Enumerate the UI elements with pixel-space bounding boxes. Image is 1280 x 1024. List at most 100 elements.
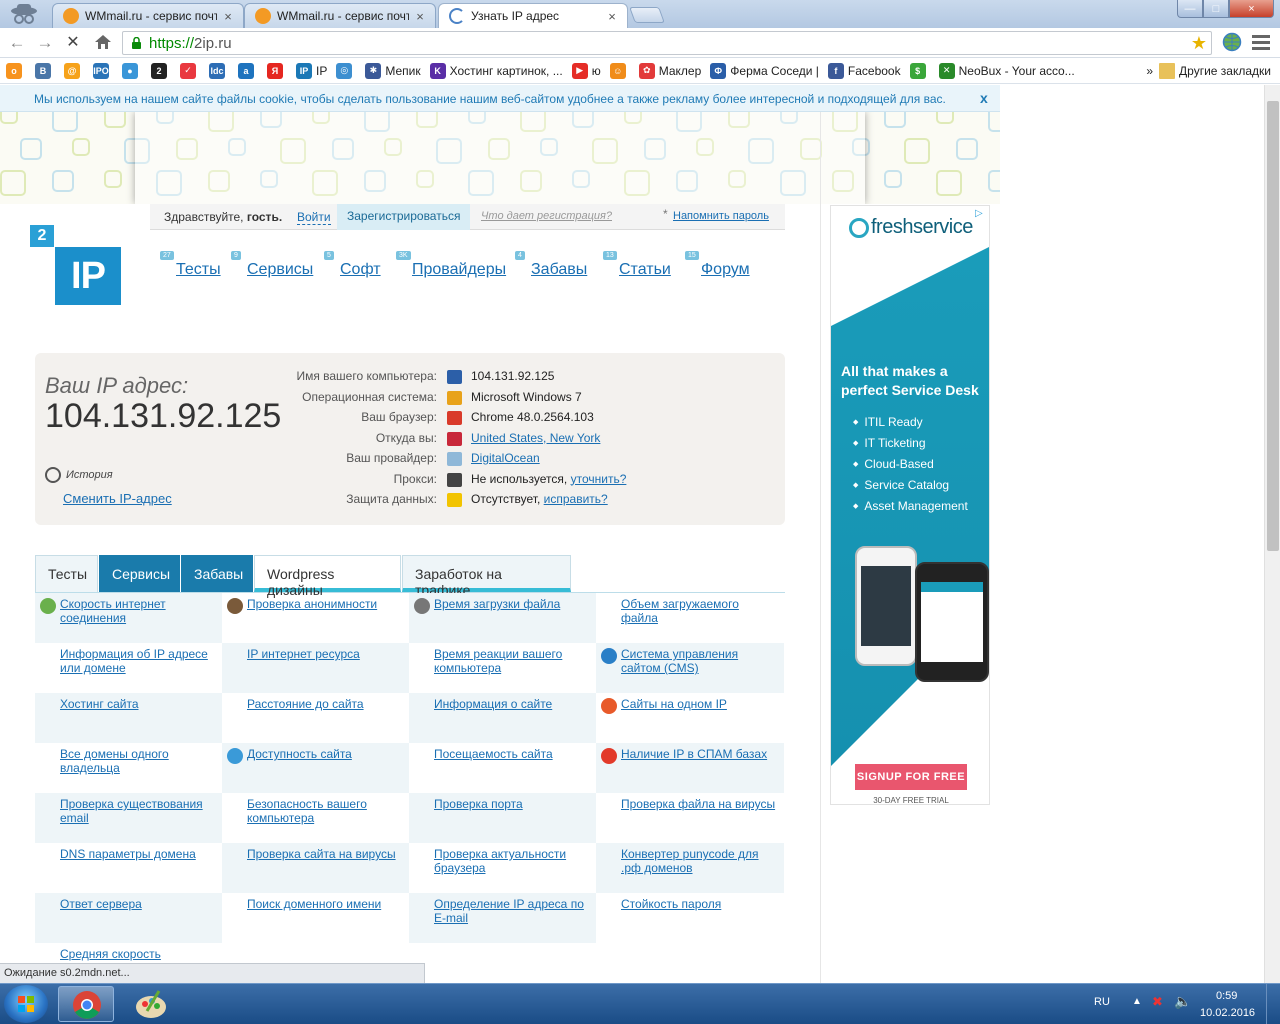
service-link[interactable]: Проверка анонимности (247, 597, 377, 611)
show-desktop-button[interactable] (1266, 984, 1280, 1024)
bookmark-item[interactable]: ✓ (180, 62, 200, 79)
why-register-link[interactable]: Что дает регистрация? (481, 210, 612, 222)
bookmark-star-icon[interactable]: ★ (1191, 33, 1207, 54)
service-link[interactable]: Определение IP адреса по E-mail (434, 897, 584, 925)
bookmark-item[interactable]: о (6, 62, 26, 79)
site-logo[interactable]: 2 IP (30, 225, 122, 305)
service-link[interactable]: Все домены одного владельца (60, 747, 169, 775)
tab-wordpress[interactable]: Wordpress дизайны (254, 555, 401, 598)
browser-tab[interactable]: WMmail.ru - сервис почто × (52, 3, 244, 28)
service-link[interactable]: Безопасность вашего компьютера (247, 797, 367, 825)
bookmarks-overflow-button[interactable]: » (1146, 64, 1153, 78)
bookmark-item[interactable]: ◎ (336, 62, 356, 79)
service-link[interactable]: DNS параметры домена (60, 847, 196, 861)
tab-services[interactable]: Сервисы (99, 555, 180, 592)
detail-link[interactable]: United States, New York (471, 431, 600, 445)
close-icon[interactable]: × (413, 9, 427, 24)
minimize-button[interactable]: — (1177, 0, 1203, 18)
bookmark-item[interactable]: ✿ Маклер (638, 62, 701, 79)
bookmark-item[interactable]: a (238, 62, 258, 79)
service-link[interactable]: Информация о сайте (434, 697, 552, 711)
service-link[interactable]: Посещаемость сайта (434, 747, 553, 761)
service-link[interactable]: Проверка файла на вирусы (621, 797, 775, 811)
stop-loading-button[interactable]: ✕ (62, 33, 84, 53)
volume-icon[interactable]: 🔈 (1174, 993, 1191, 1010)
bookmark-item[interactable]: 2 (151, 62, 171, 79)
close-window-button[interactable]: × (1229, 0, 1274, 18)
tray-expand-icon[interactable]: ▲ (1132, 996, 1142, 1007)
browser-tab[interactable]: WMmail.ru - сервис почто × (244, 3, 436, 28)
bookmark-item[interactable]: ● (122, 62, 142, 79)
remind-password-link[interactable]: Напомнить пароль (673, 210, 769, 222)
language-indicator[interactable]: RU (1094, 996, 1110, 1008)
service-link[interactable]: Наличие IP в СПАМ базах (621, 747, 767, 761)
service-link[interactable]: Хостинг сайта (60, 697, 139, 711)
service-link[interactable]: Средняя скорость (60, 947, 161, 961)
service-link[interactable]: Проверка сайта на вирусы (247, 847, 396, 861)
bookmark-item[interactable]: @ (64, 62, 84, 79)
register-button[interactable]: Зарегистрироваться (337, 204, 471, 230)
menu-item[interactable]: 4 Забавы (515, 251, 587, 279)
service-link[interactable]: Ответ сервера (60, 897, 142, 911)
close-icon[interactable]: × (221, 9, 235, 24)
bookmark-item[interactable]: В (35, 62, 55, 79)
paint-taskbar-button[interactable] (122, 986, 178, 1022)
bookmark-item[interactable]: Ф Ферма Соседи | (710, 62, 819, 79)
translate-globe-icon[interactable] (1222, 32, 1242, 52)
service-link[interactable]: Время загрузки файла (434, 597, 560, 611)
detail-link[interactable]: уточнить? (571, 472, 627, 486)
close-icon[interactable]: × (605, 9, 619, 24)
service-link[interactable]: Проверка существования email (60, 797, 203, 825)
forward-button[interactable]: → (34, 33, 56, 53)
clock-time[interactable]: 0:59 (1216, 990, 1237, 1002)
service-link[interactable]: Конвертер punycode для .рф доменов (621, 847, 759, 875)
service-link[interactable]: Расстояние до сайта (247, 697, 364, 711)
menu-icon[interactable] (1252, 34, 1270, 50)
start-button[interactable] (4, 985, 48, 1023)
menu-item[interactable]: 9 Сервисы (231, 251, 313, 279)
cookie-close-button[interactable]: x (980, 90, 988, 106)
detail-link[interactable]: DigitalOcean (471, 451, 540, 465)
bookmark-item[interactable]: K Хостинг картинок, ... (429, 62, 563, 79)
browser-tab-active[interactable]: Узнать IP адрес × (438, 3, 628, 28)
home-icon[interactable] (94, 34, 112, 50)
bookmark-item[interactable]: $ (909, 62, 930, 79)
bookmark-item[interactable]: Я (267, 62, 287, 79)
signin-link[interactable]: Войти (297, 210, 331, 225)
other-bookmarks-folder[interactable]: Другие закладки (1159, 62, 1271, 79)
service-link[interactable]: Время реакции вашего компьютера (434, 647, 562, 675)
service-link[interactable]: IP интернет ресурса (247, 647, 360, 661)
tab-fun[interactable]: Забавы (181, 555, 253, 592)
maximize-button[interactable]: □ (1203, 0, 1229, 18)
service-link[interactable]: Система управления сайтом (CMS) (621, 647, 738, 675)
bookmark-item[interactable]: ▶ ю (571, 62, 601, 79)
service-link[interactable]: Информация об IP адресе или домене (60, 647, 208, 675)
tab-traffic[interactable]: Заработок на трафике (402, 555, 571, 598)
chrome-taskbar-button[interactable] (58, 986, 114, 1022)
service-link[interactable]: Стойкость пароля (621, 897, 721, 911)
service-link[interactable]: Поиск доменного имени (247, 897, 381, 911)
detail-link[interactable]: исправить? (544, 492, 608, 506)
tab-tests[interactable]: Тесты (35, 555, 98, 592)
bookmark-item[interactable]: ldc (209, 62, 229, 79)
menu-item[interactable]: 3K Провайдеры (396, 251, 506, 279)
bookmark-item[interactable]: IP IP (296, 62, 327, 79)
menu-item[interactable]: 5 Софт (324, 251, 381, 279)
bookmark-item[interactable]: ✱ Мепик (365, 62, 421, 79)
clock-date[interactable]: 10.02.2016 (1200, 1007, 1255, 1019)
service-link[interactable]: Проверка порта (434, 797, 523, 811)
service-link[interactable]: Проверка актуальности браузера (434, 847, 566, 875)
bookmark-item[interactable]: IPO (93, 62, 113, 79)
bookmark-item[interactable]: f Facebook (827, 62, 901, 79)
menu-item[interactable]: 27 Тесты (160, 251, 221, 279)
scrollbar-thumb[interactable] (1267, 101, 1279, 551)
service-link[interactable]: Доступность сайта (247, 747, 352, 761)
bookmark-item[interactable]: ☺ (609, 62, 630, 79)
page-scrollbar[interactable] (1264, 85, 1280, 983)
new-tab-button[interactable] (629, 7, 665, 23)
network-error-icon[interactable]: ✖ (1152, 994, 1163, 1010)
service-link[interactable]: Сайты на одном IP (621, 697, 727, 711)
service-link[interactable]: Объем загружаемого файла (621, 597, 739, 625)
back-button[interactable]: ← (6, 33, 28, 53)
menu-item[interactable]: 13 Статьи (603, 251, 671, 279)
